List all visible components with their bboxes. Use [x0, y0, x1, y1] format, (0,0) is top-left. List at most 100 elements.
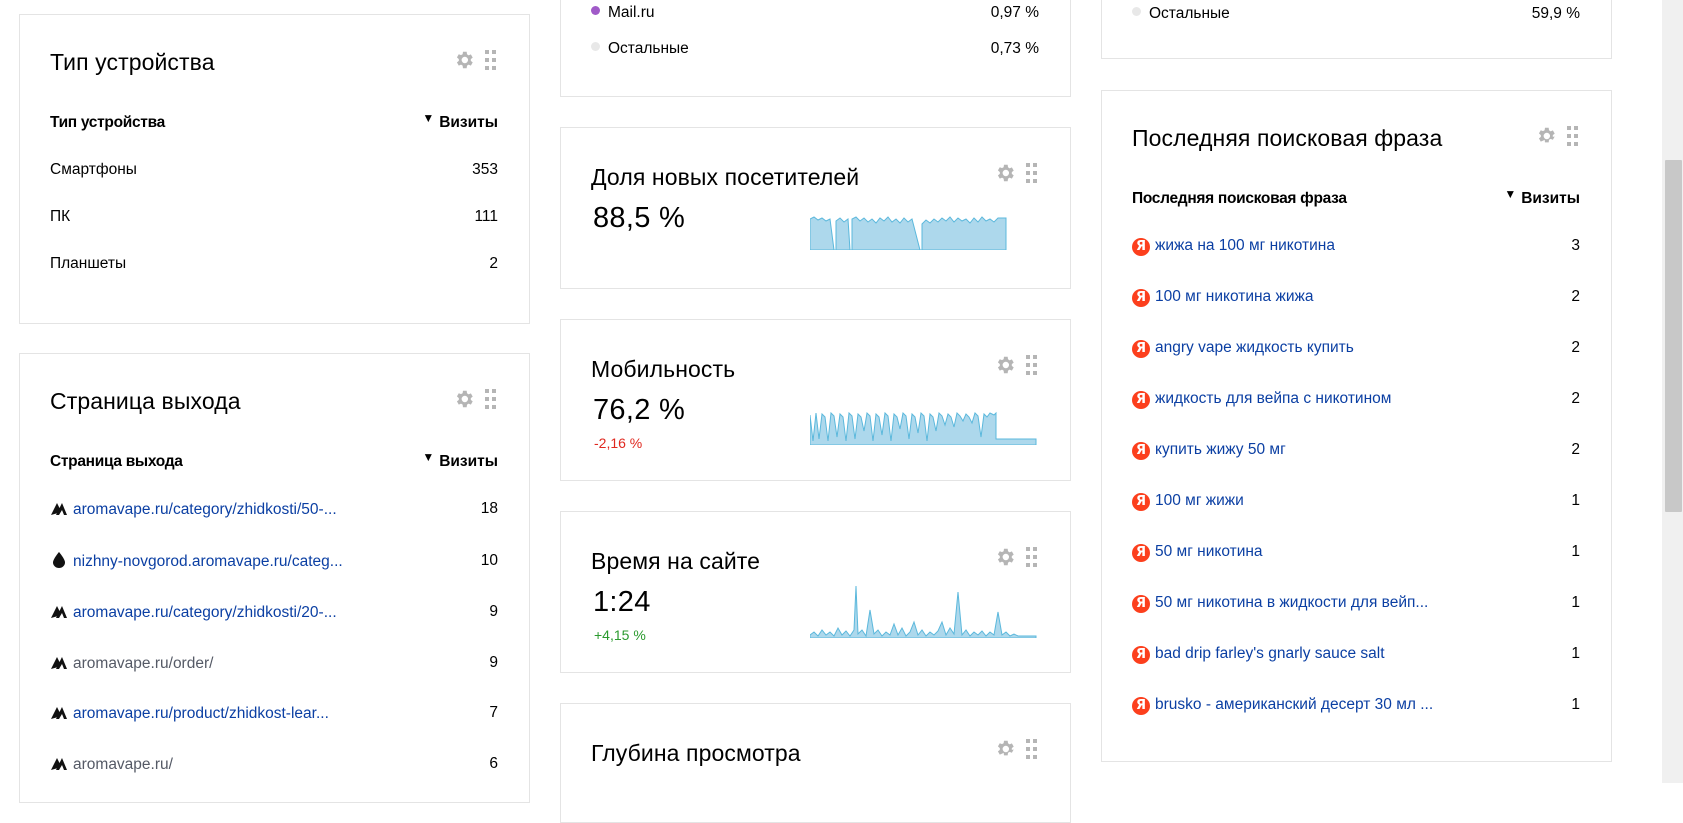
table-row: Я 100 мг никотина жижа 2 — [1132, 288, 1580, 310]
drag-handle-icon[interactable] — [1026, 163, 1038, 183]
row-label: Якупить жижу 50 мг — [1132, 441, 1286, 460]
drag-handle-icon[interactable] — [485, 50, 497, 70]
aromavape-logo-icon — [51, 707, 67, 719]
gear-icon[interactable] — [1535, 125, 1557, 147]
yandex-icon: Я — [1132, 646, 1150, 664]
table-row: Я 50 мг никотина в жидкости для вейп... 1 — [1132, 594, 1580, 616]
column-header-visits[interactable]: ▼ Визиты — [1504, 187, 1580, 208]
search-phrase-link[interactable]: brusko - американский десерт 30 мл ... — [1155, 696, 1433, 713]
widget-tools — [453, 388, 497, 410]
column-header-device: Тип устройства — [50, 114, 165, 131]
widget-exit-page: Страница выхода Страница выхода ▼ Визиты … — [19, 353, 530, 803]
row-label: Я 50 мг никотина — [1132, 543, 1263, 562]
table-row: Яangry vape жидкость купить 2 — [1132, 339, 1580, 361]
row-value: 353 — [472, 161, 498, 178]
row-label: Смартфоны — [50, 161, 137, 178]
table-row: Яжижа на 100 мг никотина 3 — [1132, 237, 1580, 259]
row-label-text: Остальные — [608, 40, 689, 57]
sort-desc-icon: ▼ — [1504, 187, 1517, 201]
scrollbar-thumb[interactable] — [1665, 160, 1682, 512]
widget-page-depth: Глубина просмотра — [560, 703, 1071, 823]
widget-tools — [453, 49, 497, 71]
column-header-search-phrase: Последняя поисковая фраза — [1132, 190, 1347, 207]
column-header-visits-label: Визиты — [439, 453, 498, 470]
widget-right-top: Остальные 59,9 % — [1101, 0, 1612, 59]
yandex-icon: Я — [1132, 289, 1150, 307]
row-value: 1 — [1571, 594, 1580, 611]
column-header-visits[interactable]: ▼ Визиты — [422, 111, 498, 132]
row-label: aromavape.ru/ — [50, 755, 173, 774]
widget-title: Страница выхода — [50, 388, 241, 414]
gear-icon[interactable] — [994, 162, 1016, 184]
widget-tools — [994, 546, 1038, 568]
table-row: Остальные 0,73 % — [591, 40, 1039, 62]
gear-icon[interactable] — [994, 738, 1016, 760]
metric-delta: -2,16 % — [594, 435, 643, 451]
exit-page-link[interactable]: aromavape.ru/order/ — [73, 655, 213, 672]
row-value: 9 — [489, 603, 498, 620]
search-phrase-link[interactable]: 50 мг никотина в жидкости для вейп... — [1155, 594, 1428, 611]
widget-last-search-phrase: Последняя поисковая фраза Последняя поис… — [1101, 90, 1612, 762]
row-label: Яbad drip farley's gnarly sauce salt — [1132, 645, 1385, 664]
drag-handle-icon[interactable] — [1026, 739, 1038, 759]
drag-handle-icon[interactable] — [1567, 126, 1579, 146]
yandex-icon: Я — [1132, 595, 1150, 613]
table-row: ПК 111 — [50, 208, 498, 230]
exit-page-link[interactable]: aromavape.ru/category/zhidkosti/20-... — [73, 604, 337, 621]
row-label: Яangry vape жидкость купить — [1132, 339, 1354, 358]
aromavape-logo-icon — [51, 503, 67, 515]
yandex-icon: Я — [1132, 544, 1150, 562]
gear-icon[interactable] — [453, 388, 475, 410]
sparkline-chart — [810, 411, 1037, 445]
metric-value: 88,5 % — [593, 202, 686, 234]
row-value: 10 — [480, 552, 498, 569]
row-value: 2 — [1571, 339, 1580, 356]
search-phrase-link[interactable]: жижа на 100 мг никотина — [1155, 237, 1335, 254]
table-row: Яbad drip farley's gnarly sauce salt 1 — [1132, 645, 1580, 667]
yandex-icon: Я — [1132, 493, 1150, 511]
column-header-visits[interactable]: ▼ Визиты — [422, 450, 498, 471]
widget-title: Время на сайте — [591, 548, 761, 574]
row-value: 9 — [489, 654, 498, 671]
drag-handle-icon[interactable] — [1026, 547, 1038, 567]
column-header-exit-page: Страница выхода — [50, 453, 183, 470]
metric-value: 76,2 % — [593, 394, 686, 426]
row-label: aromavape.ru/order/ — [50, 654, 213, 673]
search-phrase-link[interactable]: купить жижу 50 мг — [1155, 441, 1286, 458]
row-label-text: Остальные — [1149, 5, 1230, 22]
table-row: Планшеты 2 — [50, 255, 498, 277]
gear-icon[interactable] — [994, 546, 1016, 568]
row-value: 59,9 % — [1531, 5, 1580, 22]
search-phrase-link[interactable]: жидкость для вейпа с никотином — [1155, 390, 1391, 407]
sort-desc-icon: ▼ — [422, 450, 435, 464]
table-row: aromavape.ru/category/zhidkosti/20-... 9 — [50, 603, 498, 625]
gear-icon[interactable] — [994, 354, 1016, 376]
column-header-visits-label: Визиты — [1521, 190, 1580, 207]
gear-icon[interactable] — [453, 49, 475, 71]
exit-page-link[interactable]: aromavape.ru/product/zhidkost-lear... — [73, 705, 329, 722]
row-value: 1 — [1571, 543, 1580, 560]
drag-handle-icon[interactable] — [485, 389, 497, 409]
exit-page-link[interactable]: aromavape.ru/category/zhidkosti/50-... — [73, 501, 337, 518]
widget-title: Тип устройства — [50, 49, 215, 75]
yandex-icon: Я — [1132, 442, 1150, 460]
column-header-visits-label: Визиты — [439, 114, 498, 131]
yandex-icon: Я — [1132, 340, 1150, 358]
table-row: aromavape.ru/order/ 9 — [50, 654, 498, 676]
exit-page-link[interactable]: aromavape.ru/ — [73, 756, 173, 773]
row-value: 111 — [474, 208, 498, 225]
table-row: aromavape.ru/product/zhidkost-lear... 7 — [50, 704, 498, 726]
search-phrase-link[interactable]: angry vape жидкость купить — [1155, 339, 1354, 356]
table-row: Якупить жижу 50 мг 2 — [1132, 441, 1580, 463]
search-phrase-link[interactable]: 100 мг никотина жижа — [1155, 288, 1314, 305]
row-value: 1 — [1571, 492, 1580, 509]
drop-icon — [53, 552, 65, 568]
search-phrase-link[interactable]: 50 мг никотина — [1155, 543, 1263, 560]
drag-handle-icon[interactable] — [1026, 355, 1038, 375]
search-phrase-link[interactable]: bad drip farley's gnarly sauce salt — [1155, 645, 1385, 662]
row-label: Я 100 мг никотина жижа — [1132, 288, 1314, 307]
search-phrase-link[interactable]: 100 мг жижи — [1155, 492, 1244, 509]
row-label: ПК — [50, 208, 71, 225]
exit-page-link[interactable]: nizhny-novgorod.aromavape.ru/categ... — [73, 553, 343, 570]
row-label: Mail.ru — [591, 4, 655, 22]
